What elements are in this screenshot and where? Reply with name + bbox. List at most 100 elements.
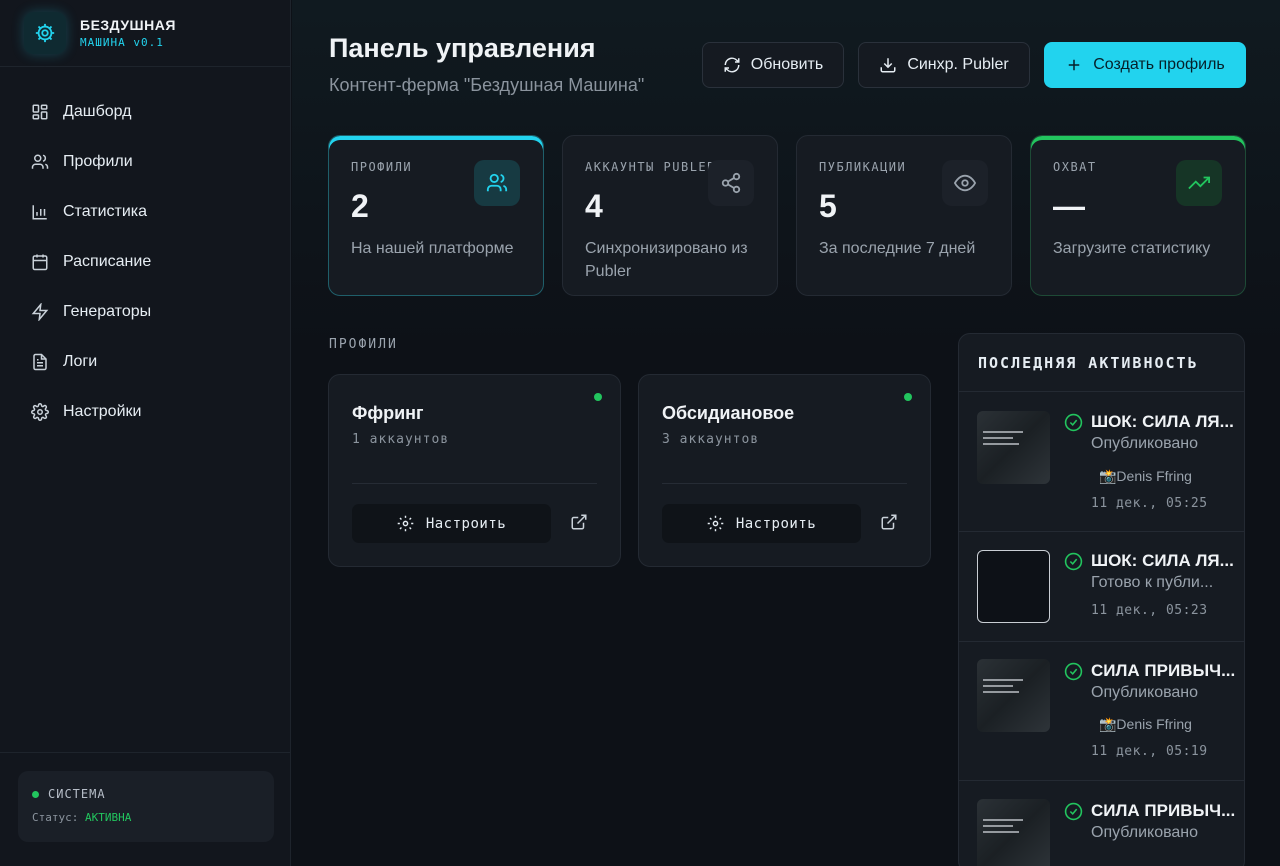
share-icon [708,160,754,206]
activity-status: Готово к публи... [1091,574,1214,591]
activity-item[interactable]: ШОК: СИЛА ЛЯ... Опубликовано 📸Denis Ffri… [959,392,1244,532]
activity-item[interactable]: СИЛА ПРИВЫЧ... Опубликовано [959,781,1244,866]
activity-title-text: СИЛА ПРИВЫЧ... [1091,801,1236,820]
dashboard-icon [32,104,48,120]
activity-time: 11 дек., 05:19 [1091,744,1208,759]
sidebar-item-label: Статистика [63,203,148,220]
status-prefix: Статус: [32,811,79,824]
status-value: АКТИВНА [84,811,132,824]
download-icon [880,58,896,73]
gear-icon [397,515,414,532]
gear-logo-icon [24,12,66,54]
sidebar-nav: Дашборд Профили Статистика Расписание Ге… [0,67,290,437]
activity-status: Опубликовано [1091,435,1199,452]
activity-time: 11 дек., 05:23 [1091,603,1208,618]
sync-label: Синхр. Publer [907,56,1009,73]
check-circle-icon [1064,662,1083,681]
sidebar-item-schedule[interactable]: Расписание [0,237,290,287]
activity-item[interactable]: ШОК: СИЛА ЛЯ... Готово к публи... 11 дек… [959,532,1244,642]
check-circle-icon [1064,802,1083,821]
post-thumbnail [977,799,1050,866]
stat-card-publications: ПУБЛИКАЦИИ 5 За последние 7 дней [796,135,1012,296]
sidebar-item-label: Логи [63,353,98,370]
profile-accounts: 1 аккаунтов [352,432,450,447]
sidebar-item-label: Настройки [63,403,142,420]
activity-author: 📸Denis Ffring [1099,468,1192,484]
activity-title-text: ШОК: СИЛА ЛЯ... [1091,412,1234,431]
profiles-section-label: ПРОФИЛИ [329,337,398,352]
page-title: Панель управления [329,33,596,63]
external-link-icon[interactable] [880,513,898,531]
profile-name: Ффринг [352,403,424,423]
activity-title-text: ШОК: СИЛА ЛЯ... [1091,551,1234,570]
profile-card[interactable]: Обсидиановое 3 аккаунтов Настроить [638,374,931,567]
gear-icon [707,515,724,532]
configure-button[interactable]: Настроить [352,504,551,543]
system-status-panel: СИСТЕМА Статус: АКТИВНА [18,771,274,842]
create-profile-button[interactable]: Создать профиль [1044,42,1246,88]
sidebar: БЕЗДУШНАЯ МАШИНА v0.1 Дашборд Профили Ст… [0,0,291,866]
sidebar-item-dashboard[interactable]: Дашборд [0,87,290,137]
brand-name: БЕЗДУШНАЯ [80,17,176,33]
recent-activity-panel: ПОСЛЕДНЯЯ АКТИВНОСТЬ ШОК: СИЛА ЛЯ... Опу… [958,333,1245,866]
stat-desc: За последние 7 дней [819,240,976,257]
trending-up-icon [1176,160,1222,206]
sidebar-item-label: Расписание [63,253,152,270]
divider [352,483,597,484]
plus-icon [1069,59,1080,71]
lightning-icon [31,303,49,321]
external-link-icon[interactable] [570,513,588,531]
activity-title-text: СИЛА ПРИВЫЧ... [1091,661,1236,680]
eye-icon [942,160,988,206]
sidebar-item-label: Профили [63,153,133,170]
status-dot [904,393,912,401]
activity-title: ПОСЛЕДНЯЯ АКТИВНОСТЬ [959,334,1244,392]
sidebar-item-label: Дашборд [63,103,132,120]
users-icon [474,160,520,206]
users-icon [31,154,49,169]
post-thumbnail [977,411,1050,484]
check-circle-icon [1064,413,1083,432]
check-circle-icon [1064,552,1083,571]
status-dot [32,790,39,798]
refresh-icon [724,57,740,73]
stat-card-publer-accounts: АККАУНТЫ PUBLER 4 Синхронизировано из Pu… [562,135,778,296]
document-icon [33,353,47,371]
bar-chart-icon [32,205,47,220]
activity-status: Опубликовано [1091,684,1199,701]
stat-card-profiles: ПРОФИЛИ 2 На нашей платформе [328,135,544,296]
stat-desc: Синхронизировано из Publer [585,240,748,280]
configure-button[interactable]: Настроить [662,504,861,543]
sidebar-item-generators[interactable]: Генераторы [0,287,290,337]
activity-author: 📸Denis Ffring [1099,716,1192,732]
post-thumbnail [977,659,1050,732]
profile-accounts: 3 аккаунтов [662,432,760,447]
sidebar-item-profiles[interactable]: Профили [0,137,290,187]
stat-desc: Загрузите статистику [1053,240,1211,257]
configure-label: Настроить [425,515,507,532]
broken-image-icon [977,550,1050,623]
sync-publer-button[interactable]: Синхр. Publer [858,42,1030,88]
create-label: Создать профиль [1093,56,1225,73]
status-dot [594,393,602,401]
main-content: Панель управления Контент-ферма "Бездушн… [292,0,1280,866]
divider [662,483,907,484]
activity-item[interactable]: СИЛА ПРИВЫЧ... Опубликовано 📸Denis Ffrin… [959,642,1244,781]
refresh-button[interactable]: Обновить [702,42,844,88]
calendar-icon [32,254,48,271]
sidebar-item-logs[interactable]: Логи [0,337,290,387]
brand[interactable]: БЕЗДУШНАЯ МАШИНА v0.1 [0,0,290,67]
page-subtitle: Контент-ферма "Бездушная Машина" [329,75,645,95]
activity-time: 11 дек., 05:25 [1091,496,1208,511]
refresh-label: Обновить [750,56,824,73]
sidebar-item-statistics[interactable]: Статистика [0,187,290,237]
sidebar-divider [0,752,291,753]
sidebar-item-label: Генераторы [63,303,152,320]
system-label: СИСТЕМА [48,787,106,801]
sidebar-item-settings[interactable]: Настройки [0,387,290,437]
gear-icon [31,403,49,421]
activity-status: Опубликовано [1091,824,1199,841]
profile-name: Обсидиановое [662,403,795,423]
profile-card[interactable]: Ффринг 1 аккаунтов Настроить [328,374,621,567]
brand-version: МАШИНА v0.1 [80,36,164,49]
